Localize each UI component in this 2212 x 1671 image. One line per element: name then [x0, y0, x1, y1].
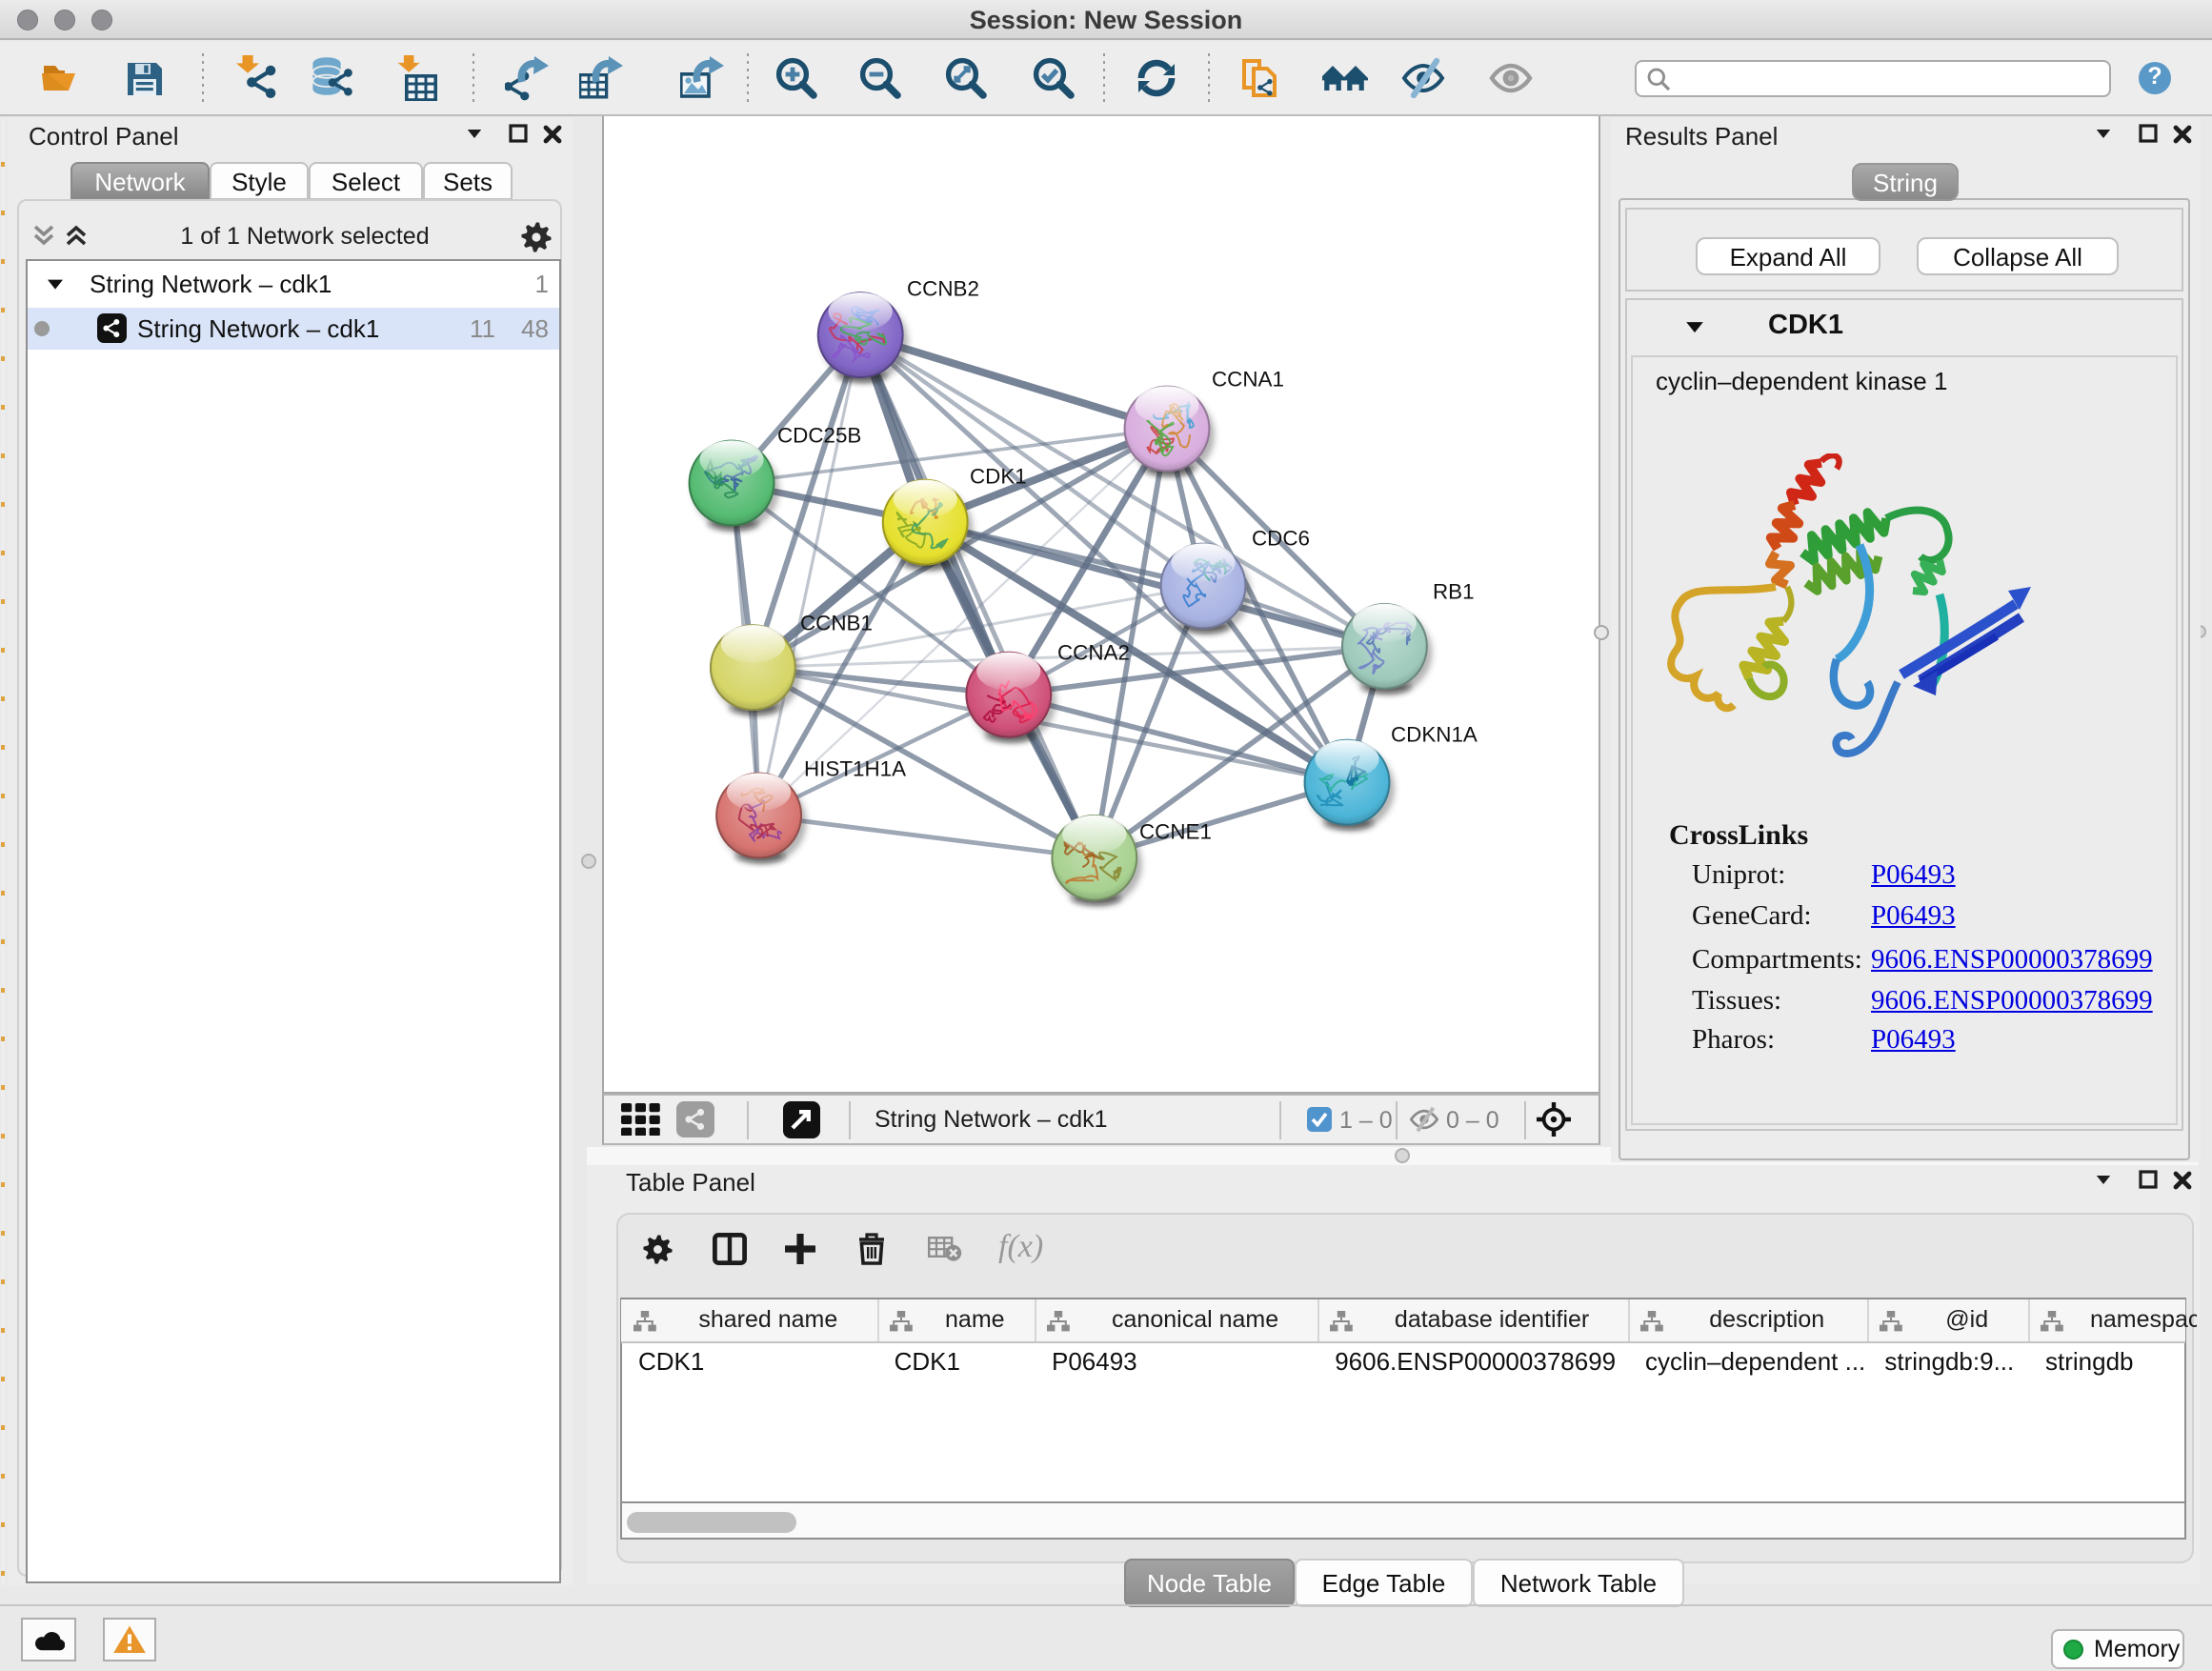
svg-text:CCNA2: CCNA2 [1057, 640, 1130, 664]
svg-text:CCNE1: CCNE1 [1139, 819, 1212, 843]
svg-text:CCNB2: CCNB2 [907, 276, 979, 300]
svg-text:CDK1: CDK1 [970, 464, 1027, 488]
svg-text:HIST1H1A: HIST1H1A [804, 756, 906, 780]
svg-text:CCNA1: CCNA1 [1212, 367, 1284, 391]
svg-text:CCNB1: CCNB1 [800, 611, 873, 634]
svg-text:CDKN1A: CDKN1A [1391, 722, 1478, 746]
svg-text:CDC6: CDC6 [1252, 526, 1310, 550]
svg-text:RB1: RB1 [1433, 579, 1475, 603]
svg-text:CDC25B: CDC25B [777, 423, 861, 447]
